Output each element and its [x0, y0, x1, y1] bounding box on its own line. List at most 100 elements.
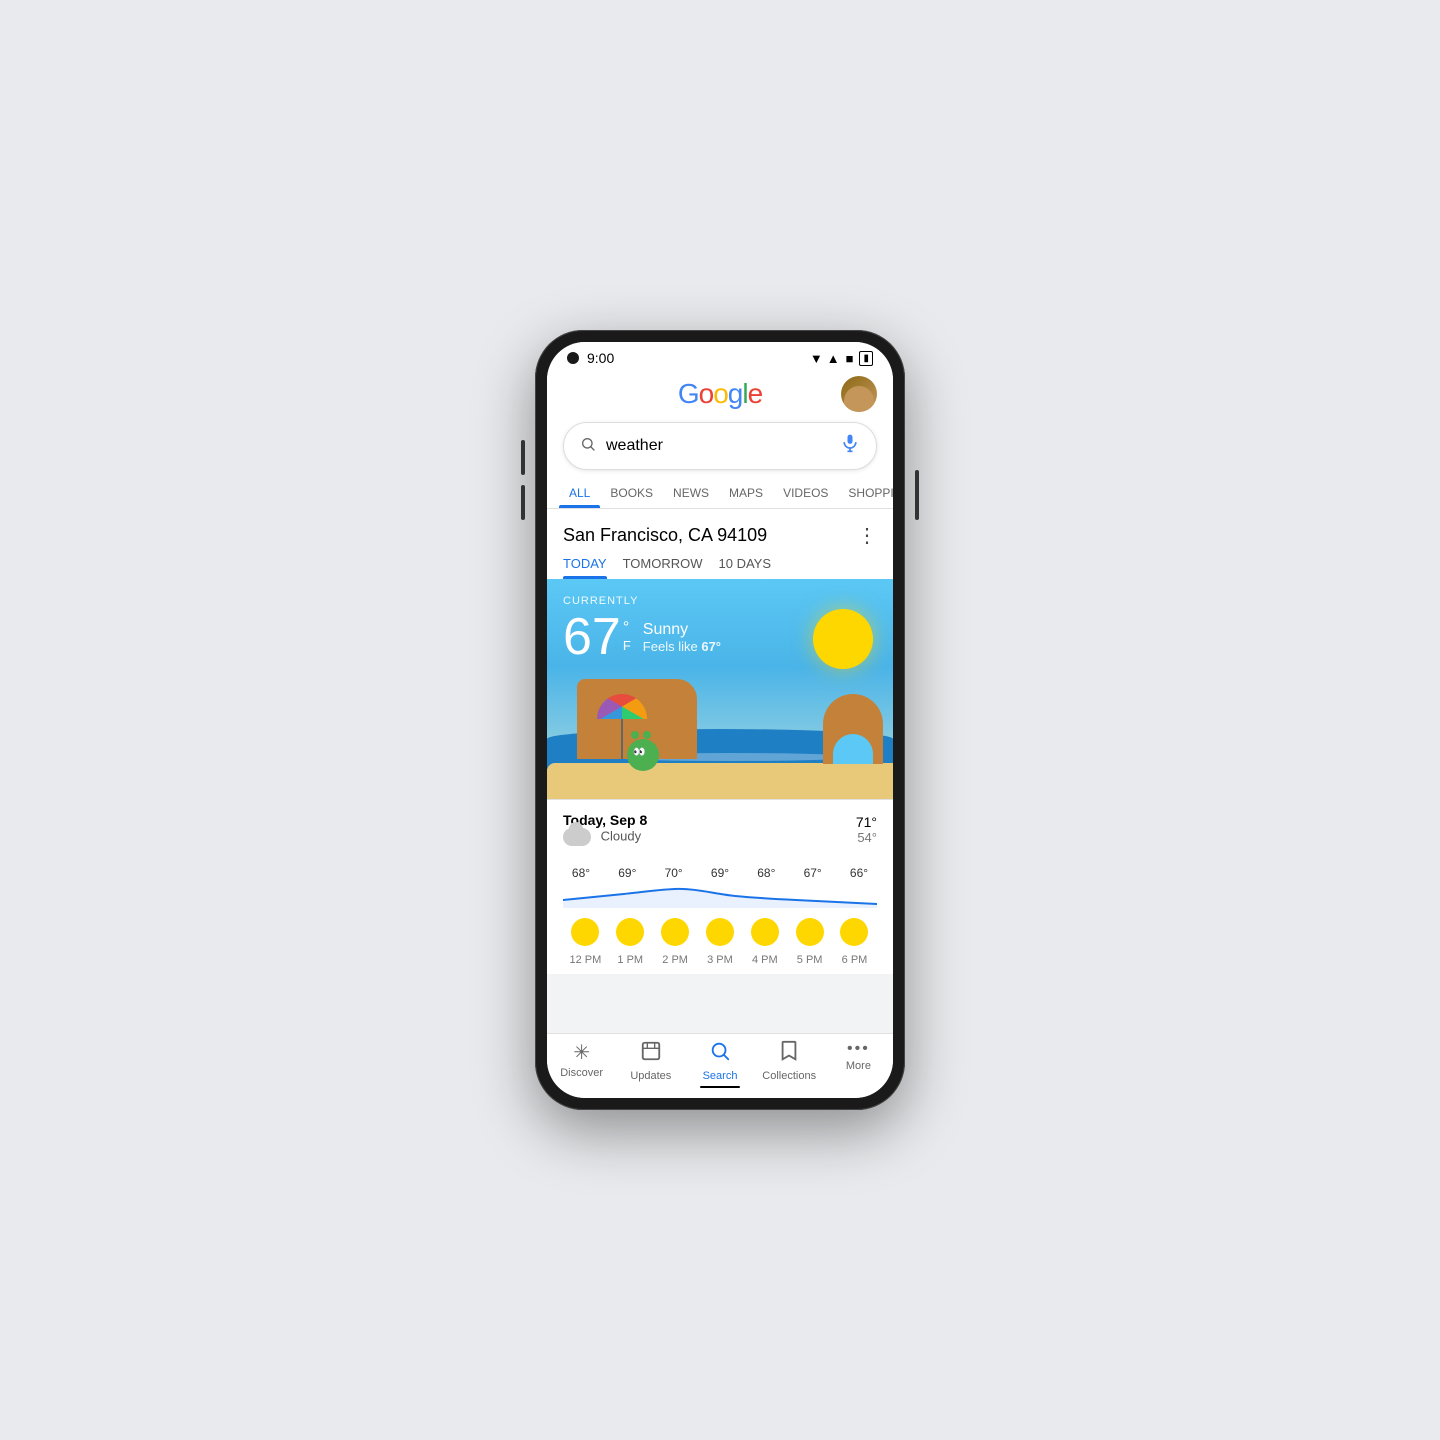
temp-row-chart: 68° 69° 70° 69° 68° 67° 66° [563, 866, 877, 880]
search-icon [580, 436, 596, 457]
nav-search[interactable]: Search [685, 1040, 754, 1088]
tab-news[interactable]: NEWS [663, 478, 719, 508]
temp-row: 67 °F Sunny Feels like 67° [563, 611, 721, 663]
weather-card: San Francisco, CA 94109 ⋮ TODAY TOMORROW… [547, 509, 893, 974]
tab-all[interactable]: ALL [559, 478, 600, 508]
status-right: ▼ ▲ ■ ▮ [810, 351, 873, 366]
google-logo: Google [678, 378, 762, 410]
weather-tab-tomorrow[interactable]: TOMORROW [623, 556, 703, 579]
weather-main-panel: CURRENTLY 67 °F Sunny Feels like 67° [547, 579, 893, 799]
weather-tabs: TODAY TOMORROW 10 DAYS [547, 556, 893, 579]
bottom-nav: ✳ Discover Updates [547, 1033, 893, 1098]
search-query: weather [606, 437, 840, 455]
discover-icon: ✳ [573, 1040, 590, 1065]
nav-discover-label: Discover [560, 1067, 603, 1079]
logo-o2: o [713, 378, 728, 409]
sun-dot-4 [751, 918, 779, 946]
temp-point-5: 67° [795, 866, 831, 880]
nav-more[interactable]: ••• More [824, 1040, 893, 1088]
cloud-icon [563, 828, 591, 846]
temp-degree: °F [623, 619, 631, 655]
front-camera [567, 352, 579, 364]
temp-point-3: 69° [702, 866, 738, 880]
sun-dot-0 [571, 918, 599, 946]
phone-frame: 9:00 ▼ ▲ ■ ▮ Google [535, 330, 905, 1110]
tab-shopping[interactable]: SHOPPI... [838, 478, 893, 508]
weather-description: Sunny Feels like 67° [643, 621, 721, 654]
temp-point-1: 69° [609, 866, 645, 880]
cliff-arch-graphic [823, 694, 883, 764]
sun-dot-5 [796, 918, 824, 946]
feels-like: Feels like 67° [643, 639, 721, 654]
logo-e: e [748, 378, 763, 409]
more-icon: ••• [847, 1040, 870, 1058]
tab-maps[interactable]: MAPS [719, 478, 773, 508]
sun-dot-3 [706, 918, 734, 946]
temp-point-0: 68° [563, 866, 599, 880]
weather-tab-10days[interactable]: 10 DAYS [719, 556, 772, 579]
hour-5: 5 PM [792, 954, 828, 966]
power-button[interactable] [915, 470, 919, 520]
mic-icon[interactable] [840, 433, 860, 459]
hourly-chart: 68° 69° 70° 69° 68° 67° 66° [547, 858, 893, 908]
today-summary: Today, Sep 8 Cloudy 71° 54° [547, 799, 893, 858]
currently-label: CURRENTLY [563, 595, 721, 607]
time-display: 9:00 [587, 350, 614, 366]
search-nav-icon [709, 1040, 731, 1068]
nav-search-label: Search [703, 1070, 738, 1082]
logo-g2: g [728, 378, 743, 409]
sun-dot-6 [840, 918, 868, 946]
temp-point-2: 70° [656, 866, 692, 880]
nav-updates[interactable]: Updates [616, 1040, 685, 1088]
umbrella-top [597, 694, 647, 719]
updates-icon [640, 1040, 662, 1068]
search-bar[interactable]: weather [563, 422, 877, 470]
status-bar: 9:00 ▼ ▲ ■ ▮ [547, 342, 893, 370]
weather-location-header: San Francisco, CA 94109 ⋮ [547, 509, 893, 556]
hour-4: 4 PM [747, 954, 783, 966]
today-condition: Cloudy [563, 828, 647, 846]
sun-dot-2 [661, 918, 689, 946]
logo-o1: o [699, 378, 714, 409]
logo-g1: G [678, 378, 699, 409]
avatar-face [844, 386, 874, 412]
beach-scene [547, 659, 893, 799]
nav-collections[interactable]: Collections [755, 1040, 824, 1088]
sand-graphic [547, 763, 893, 799]
today-info: Today, Sep 8 Cloudy [563, 812, 647, 846]
weather-tab-today[interactable]: TODAY [563, 556, 607, 579]
weather-condition: Sunny [643, 621, 721, 639]
more-options-button[interactable]: ⋮ [857, 523, 877, 548]
weather-currently: CURRENTLY 67 °F Sunny Feels like 67° [563, 595, 721, 663]
temp-low: 54° [856, 830, 877, 845]
tab-videos[interactable]: VIDEOS [773, 478, 838, 508]
sun-dot-1 [616, 918, 644, 946]
google-header: Google [547, 370, 893, 418]
current-temp: 67 [563, 611, 621, 663]
umbrella-pole [621, 719, 623, 759]
nav-discover[interactable]: ✳ Discover [547, 1040, 616, 1088]
user-avatar[interactable] [841, 376, 877, 412]
volume-up-button[interactable] [521, 440, 525, 475]
nav-more-label: More [846, 1060, 871, 1072]
tab-books[interactable]: BOOKS [600, 478, 663, 508]
search-tabs: ALL BOOKS NEWS MAPS VIDEOS SHOPPI... [547, 478, 893, 509]
temp-high: 71° [856, 814, 877, 830]
nav-updates-label: Updates [630, 1070, 671, 1082]
phone-screen: 9:00 ▼ ▲ ■ ▮ Google [547, 342, 893, 1098]
volume-down-button[interactable] [521, 485, 525, 520]
today-temps: 71° 54° [856, 814, 877, 845]
content-scroll[interactable]: San Francisco, CA 94109 ⋮ TODAY TOMORROW… [547, 509, 893, 1033]
temp-chart-line [563, 884, 877, 908]
frog-graphic [627, 739, 659, 771]
location-text: San Francisco, CA 94109 [563, 525, 767, 546]
nav-collections-label: Collections [762, 1070, 816, 1082]
hour-2: 2 PM [657, 954, 693, 966]
sun-dots-row [547, 908, 893, 952]
temp-point-6: 66° [841, 866, 877, 880]
hour-labels: 12 PM 1 PM 2 PM 3 PM 4 PM 5 PM 6 PM [547, 952, 893, 974]
hour-1: 1 PM [612, 954, 648, 966]
collections-icon [778, 1040, 800, 1068]
temp-point-4: 68° [748, 866, 784, 880]
nav-active-indicator [700, 1086, 740, 1088]
